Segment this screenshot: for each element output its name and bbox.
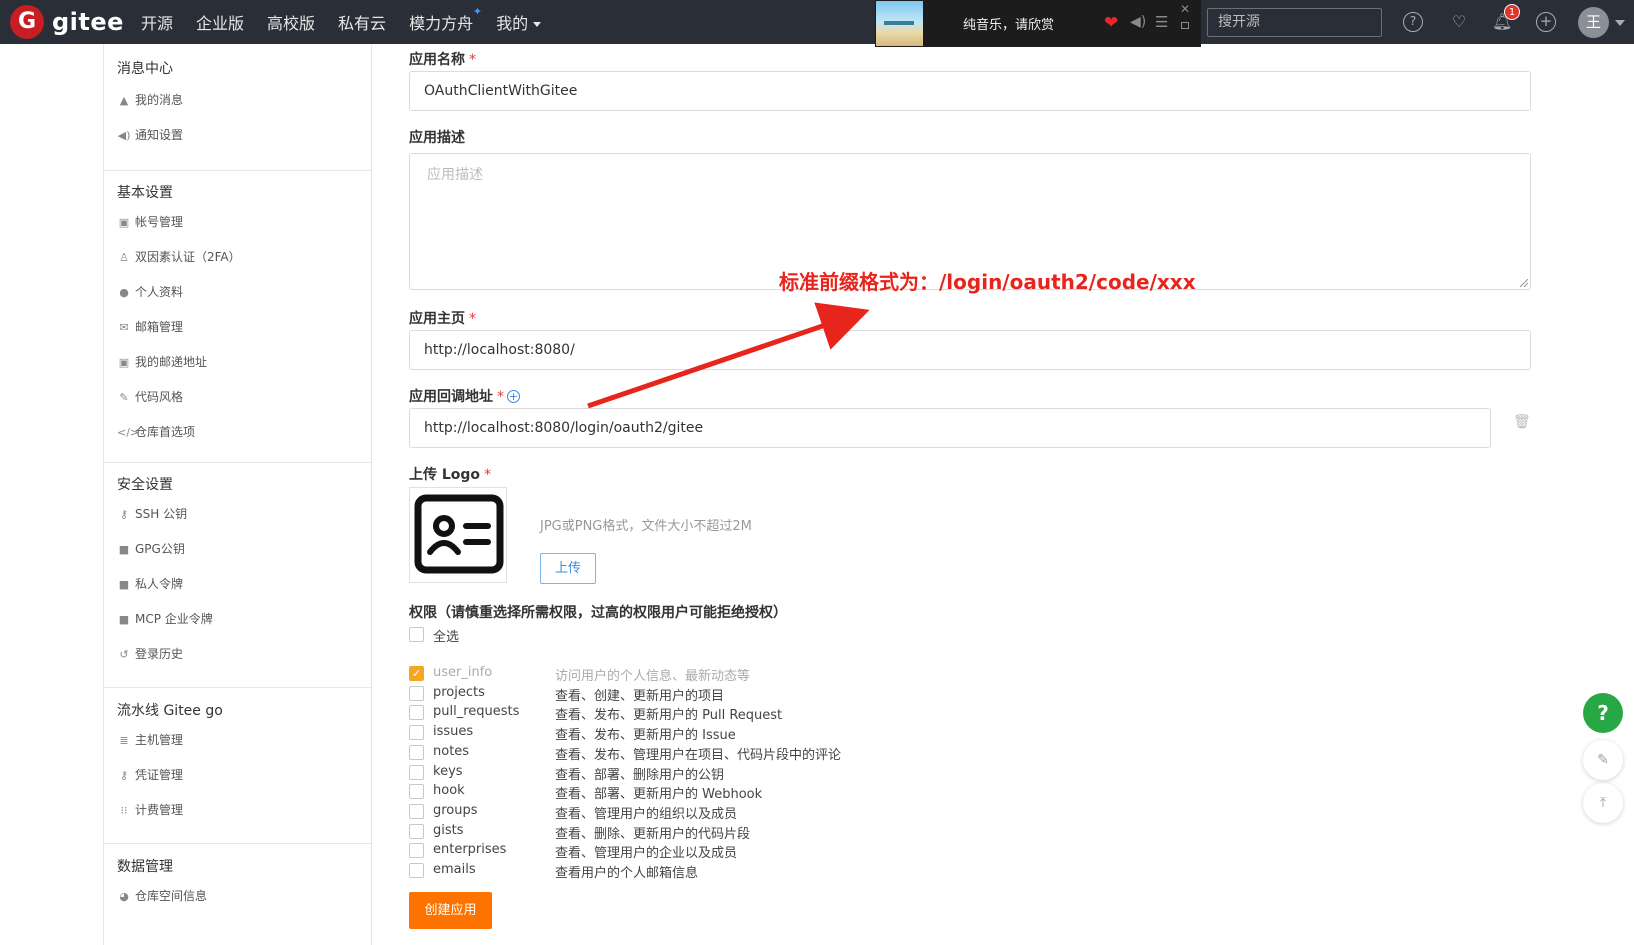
help-float-button[interactable]: ? [1583, 693, 1623, 733]
annotation-arrow [587, 302, 870, 409]
back-to-top-icon[interactable]: ⤒ [1583, 783, 1623, 823]
feedback-icon[interactable]: ✎ [1583, 740, 1623, 780]
